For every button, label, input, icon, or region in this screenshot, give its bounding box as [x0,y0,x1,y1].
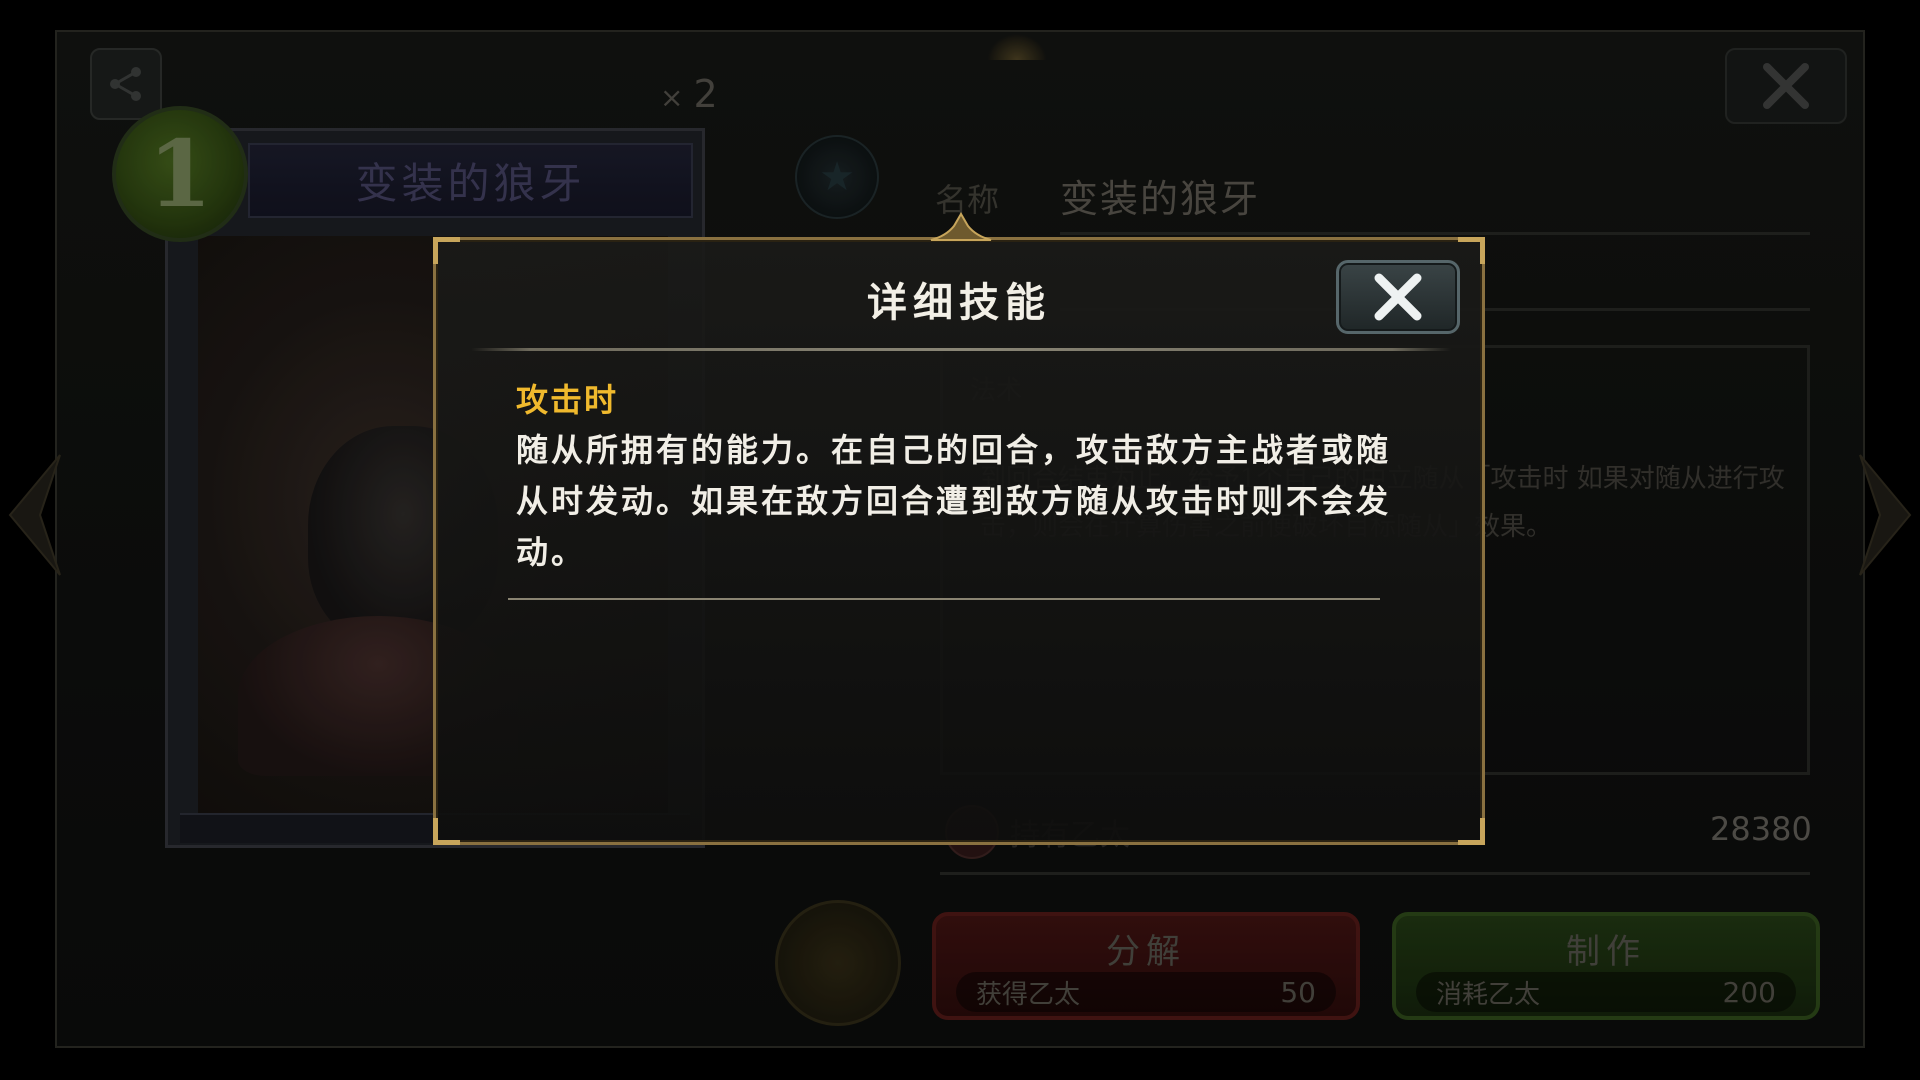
skill-detail-dialog: 详细技能 攻击时 随从所拥有的能力。在自己的回合，攻击敌方主战者或随从时发动。如… [433,212,1485,845]
skill-name: 攻击时 [516,381,619,419]
corner-ornament [1458,818,1485,845]
dialog-divider [471,348,1451,351]
corner-ornament [433,818,460,845]
corner-ornament [433,237,460,264]
ornament-icon [930,212,992,241]
skill-description: 随从所拥有的能力。在自己的回合，攻击敌方主战者或随从时发动。如果在敌方回合遭到敌… [516,431,1392,571]
dialog-bottom-divider [508,598,1380,600]
dialog-title: 详细技能 [867,279,1051,326]
close-icon [1374,273,1422,321]
dialog-close-button[interactable] [1336,260,1460,334]
corner-ornament [1458,237,1485,264]
